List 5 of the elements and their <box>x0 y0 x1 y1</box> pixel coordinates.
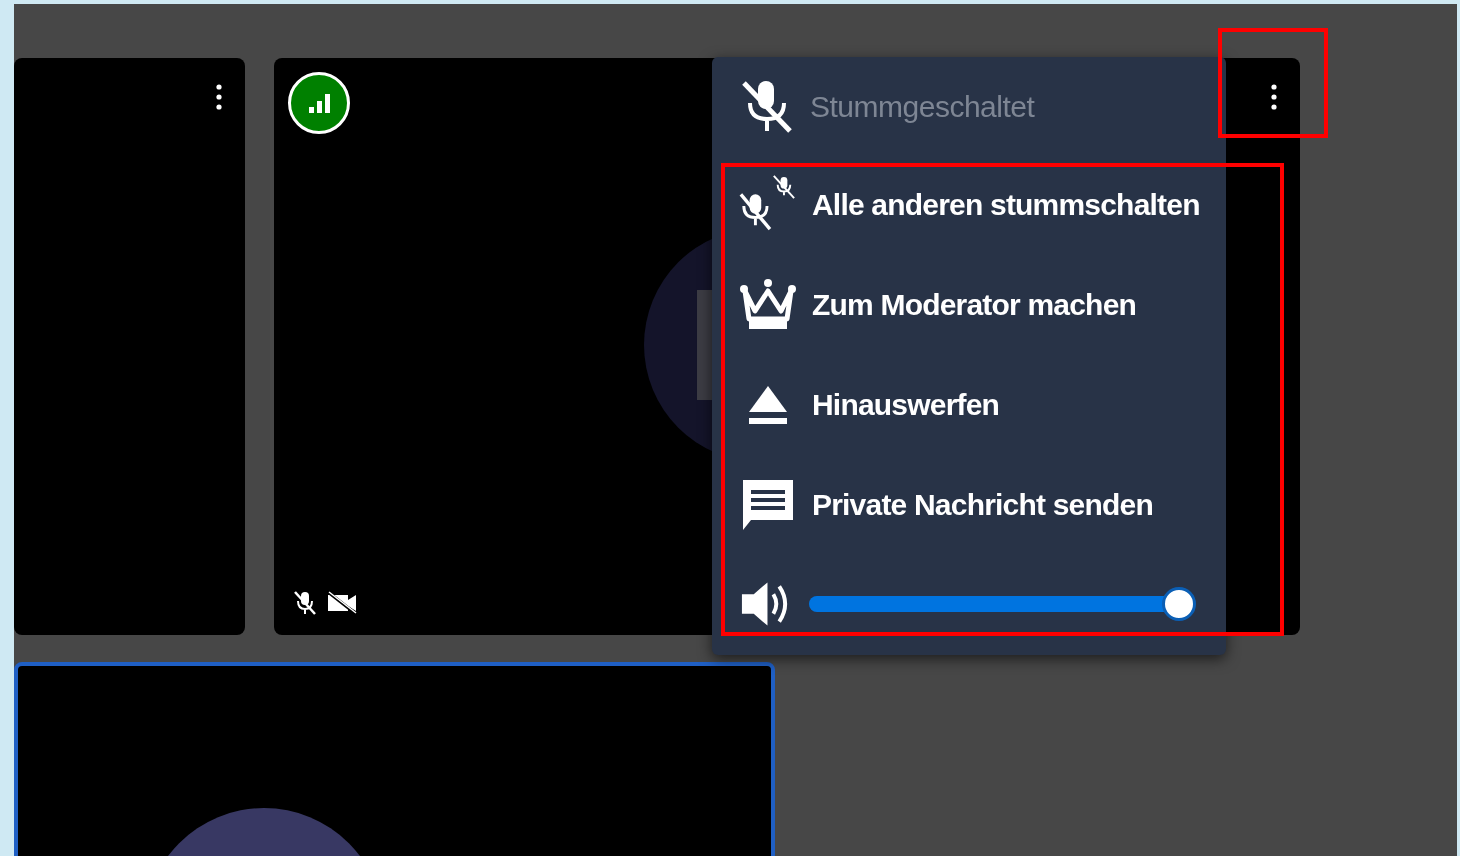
menu-item-label: Alle anderen stummschalten <box>812 186 1200 223</box>
menu-item-label: Zum Moderator machen <box>812 286 1137 323</box>
menu-item-label: Hinauswerfen <box>812 386 1000 423</box>
muted-status: Stummgeschaltet <box>810 88 1035 125</box>
menu-item-label: Private Nachricht senden <box>812 486 1153 523</box>
